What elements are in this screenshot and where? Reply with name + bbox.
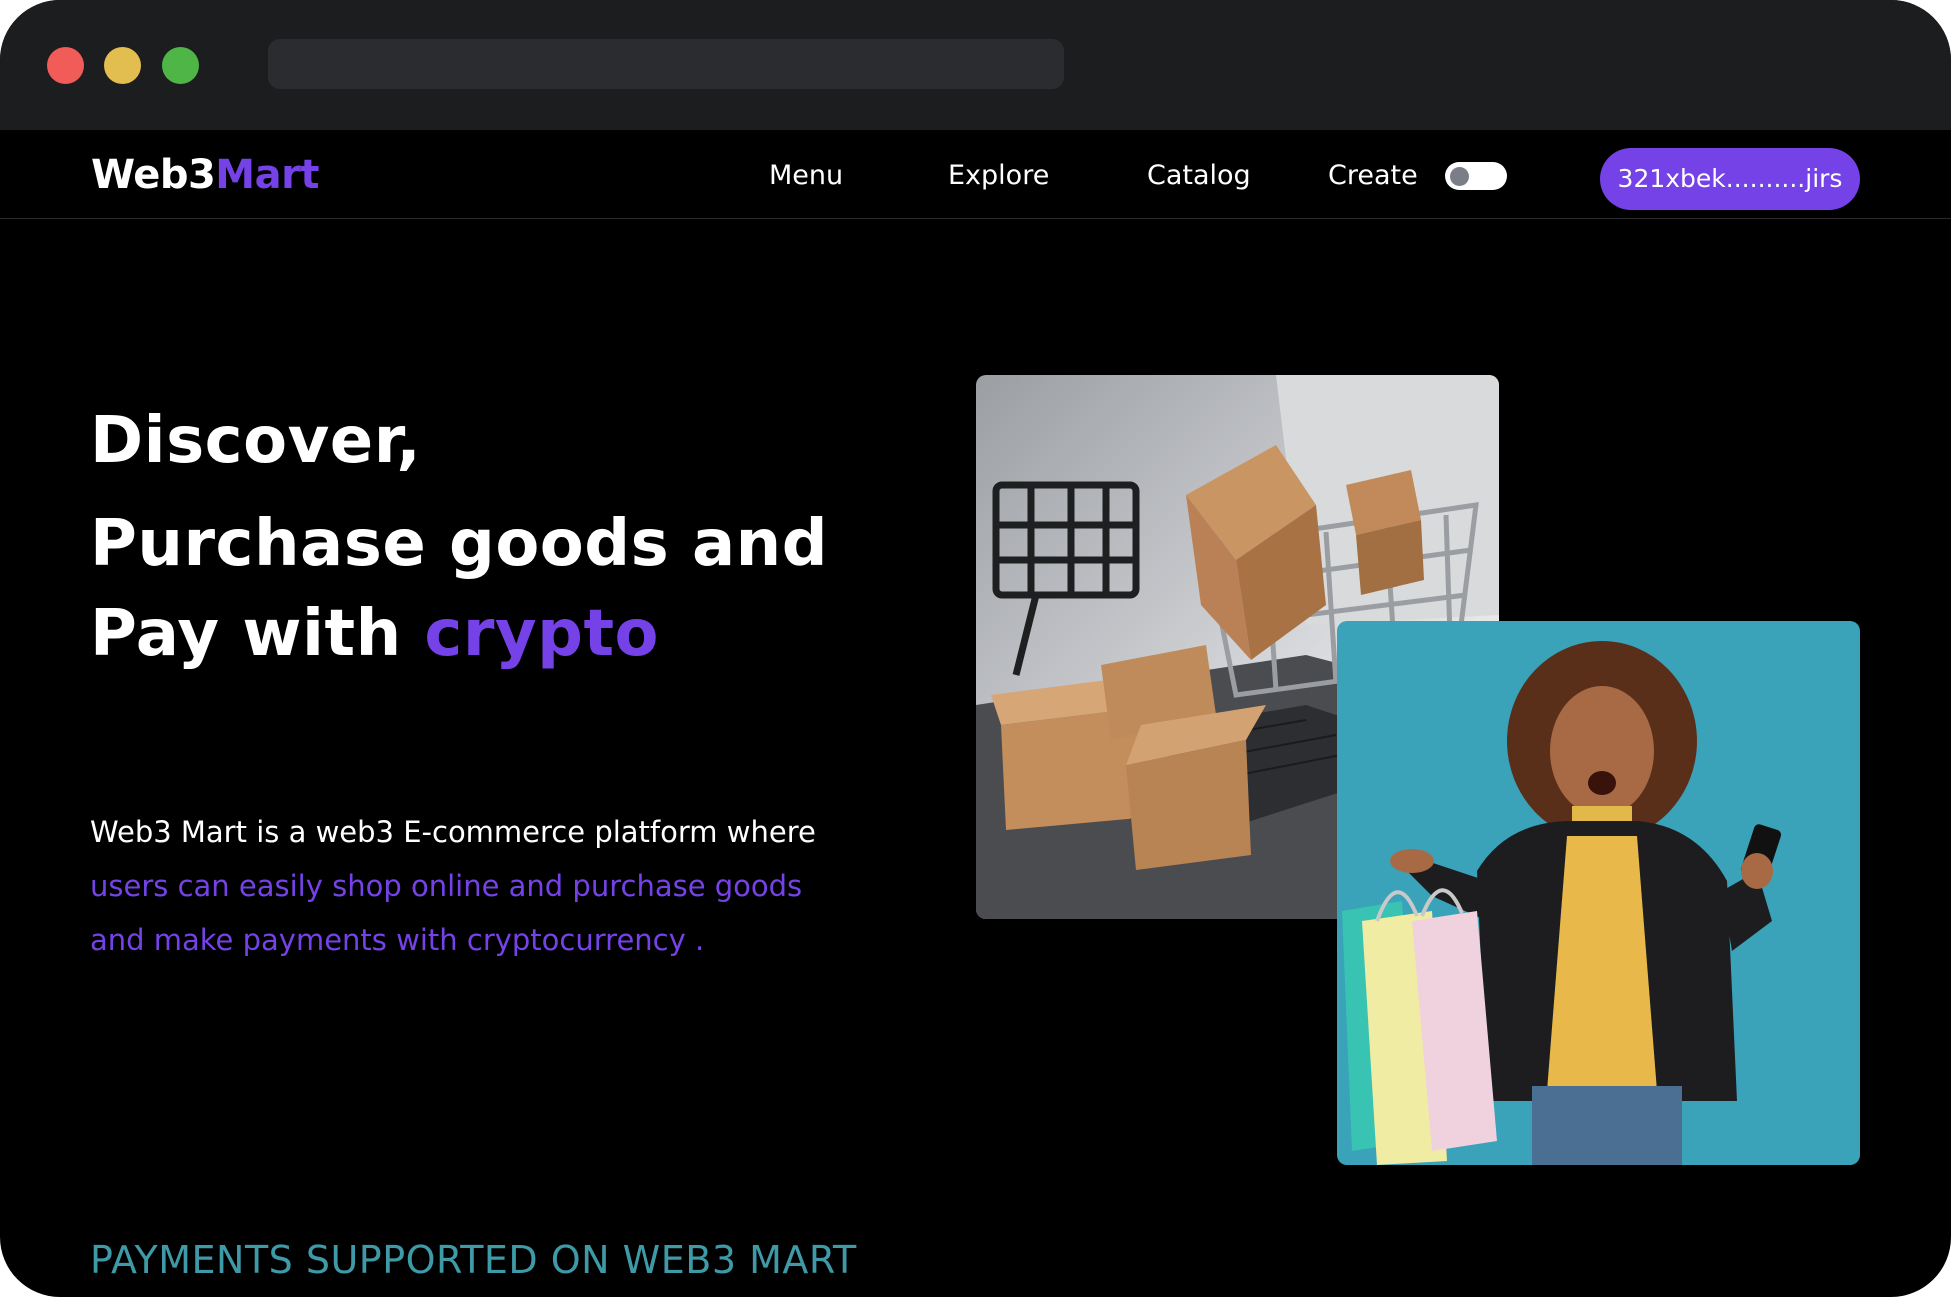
hero-title-line2: Purchase goods and <box>90 507 828 581</box>
nav-link-explore[interactable]: Explore <box>948 160 1049 191</box>
nav-link-menu[interactable]: Menu <box>769 160 843 191</box>
minimize-window-button[interactable] <box>104 47 141 84</box>
browser-titlebar <box>0 0 1951 130</box>
logo-text-mart: Mart <box>215 152 319 198</box>
description-line1: Web3 Mart is a web3 E-commerce platform … <box>90 815 816 849</box>
description-line3: and make payments with cryptocurrency . <box>90 923 705 957</box>
address-bar[interactable] <box>268 39 1064 89</box>
nav-link-create[interactable]: Create <box>1328 160 1418 191</box>
maximize-window-button[interactable] <box>162 47 199 84</box>
logo-text-web3: Web3 <box>91 152 216 198</box>
nav-link-catalog[interactable]: Catalog <box>1147 160 1251 191</box>
site-navbar: Web3Mart Menu Explore Catalog Create 321… <box>0 130 1951 219</box>
happy-shopper-image <box>1337 621 1860 1165</box>
wallet-address-button[interactable]: 321xbek..........jirs <box>1600 148 1860 210</box>
payments-supported-heading: PAYMENTS SUPPORTED ON WEB3 MART <box>90 1238 857 1282</box>
hero-title-line3-prefix: Pay with <box>90 597 425 671</box>
create-toggle-switch[interactable] <box>1445 162 1507 190</box>
toggle-knob-icon <box>1450 167 1469 186</box>
close-window-button[interactable] <box>47 47 84 84</box>
happy-shopper-illustration <box>1342 641 1782 1165</box>
hero-title-line3: Pay with crypto <box>90 597 659 671</box>
description-line2: users can easily shop online and purchas… <box>90 869 803 903</box>
hero-title-line1: Discover, <box>90 404 422 478</box>
browser-window: Web3Mart Menu Explore Catalog Create 321… <box>0 0 1951 1297</box>
hero-title-accent-crypto: crypto <box>424 597 659 671</box>
site-logo[interactable]: Web3Mart <box>91 152 319 198</box>
